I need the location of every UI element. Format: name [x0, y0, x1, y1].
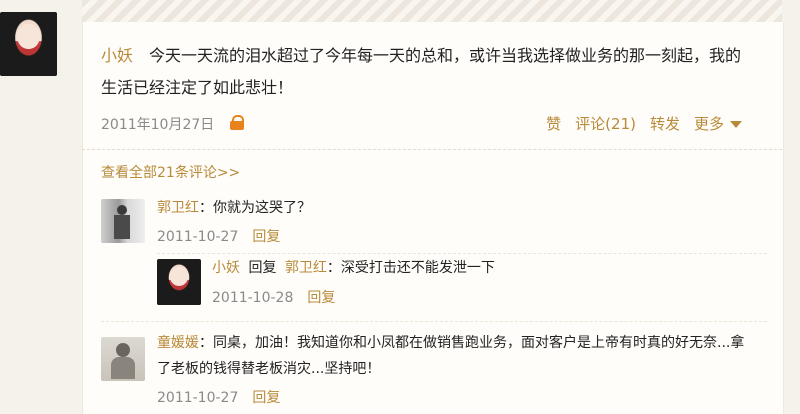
chevron-down-icon [730, 121, 742, 128]
comment-button[interactable]: 评论(21) [575, 113, 636, 134]
comment-author[interactable]: 小妖 [212, 260, 240, 276]
like-button[interactable]: 赞 [546, 113, 561, 134]
comment-body: ：深受打击还不能发泄一下 [326, 260, 495, 276]
lock-icon [230, 115, 244, 130]
comment-date: 2011-10-27 [157, 229, 239, 245]
comment-text: 童媛媛：同桌，加油！我知道你和小凤都在做销售跑业务，面对客户是上帝有时真的好无奈… [157, 330, 757, 382]
reply-target[interactable]: 郭卫红 [285, 260, 327, 276]
comment-meta: 2011-10-27 回复 [157, 387, 280, 407]
comment-text: 郭卫红：你就为这哭了？ [157, 195, 311, 221]
avatar-hair [0, 12, 57, 76]
post-actions: 赞 评论(21) 转发 更多 [546, 113, 742, 134]
comment-separator [101, 321, 767, 323]
reply-button[interactable]: 回复 [252, 229, 280, 245]
comment-text: 小妖 回复 郭卫红：深受打击还不能发泄一下 [212, 255, 495, 281]
divider [82, 149, 782, 151]
comment-body: ：同桌，加油！我知道你和小凤都在做销售跑业务，面对客户是上帝有时真的好无奈...… [157, 335, 745, 377]
comment-date: 2011-10-27 [157, 390, 239, 406]
comment-avatar[interactable] [101, 199, 145, 243]
reply-button[interactable]: 回复 [307, 290, 335, 306]
comment-body: ：你就为这哭了？ [199, 200, 311, 216]
comment-author[interactable]: 童媛媛 [157, 335, 199, 351]
forward-button[interactable]: 转发 [650, 113, 680, 134]
post-author-avatar[interactable] [0, 12, 57, 76]
avatar-hair [157, 259, 201, 305]
post-text: 小妖 今天一天流的泪水超过了今年每一天的总和，或许当我选择做业务的那一刻起，我的生… [101, 40, 751, 104]
reply-word: 回复 [248, 260, 277, 276]
comment-avatar[interactable] [157, 259, 201, 305]
comment-author[interactable]: 郭卫红 [157, 200, 199, 216]
decorative-stripe-border [82, 0, 782, 22]
more-label: 更多 [693, 115, 724, 133]
comment-avatar[interactable] [101, 337, 145, 381]
post-date: 2011年10月27日 [101, 117, 215, 133]
comment-meta: 2011-10-28 回复 [212, 287, 335, 307]
post-author-name[interactable]: 小妖 [101, 40, 133, 72]
more-button[interactable]: 更多 [694, 113, 742, 134]
comment-date: 2011-10-28 [212, 290, 294, 306]
reply-button[interactable]: 回复 [252, 390, 280, 406]
comment-meta: 2011-10-27 回复 [157, 226, 280, 246]
post-body: 今天一天流的泪水超过了今年每一天的总和，或许当我选择做业务的那一刻起，我的生活已… [101, 46, 742, 97]
view-all-comments-link[interactable]: 查看全部21条评论>> [101, 162, 240, 182]
